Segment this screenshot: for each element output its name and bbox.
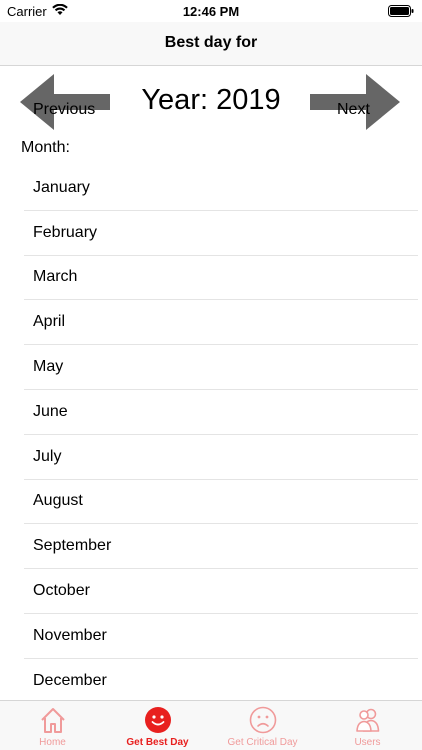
month-item-june[interactable]: June: [24, 390, 418, 435]
users-icon: [355, 708, 379, 732]
month-item-november[interactable]: November: [24, 614, 418, 659]
screen: Carrier 12:46 PM Best day for Previous Y…: [0, 0, 422, 750]
tab-get-critical-day-label: Get Critical Day: [227, 737, 298, 748]
month-item-may[interactable]: May: [24, 345, 418, 390]
navigation-bar: Best day for: [0, 22, 422, 66]
battery-icon: [388, 5, 414, 17]
tab-get-critical-day[interactable]: Get Critical Day: [210, 701, 315, 750]
month-item-september[interactable]: September: [24, 524, 418, 570]
tab-home-label: Home: [39, 737, 66, 748]
home-icon: [40, 708, 65, 733]
month-heading: Month:: [21, 139, 70, 156]
next-year-button[interactable]: Next: [310, 74, 400, 130]
month-item-august[interactable]: August: [24, 480, 418, 525]
month-item-january[interactable]: January: [24, 166, 418, 211]
month-item-february[interactable]: February: [24, 211, 418, 256]
month-item-october[interactable]: October: [24, 569, 418, 614]
tab-get-best-day[interactable]: Get Best Day: [105, 701, 210, 750]
month-item-july[interactable]: July: [24, 435, 418, 480]
status-bar: Carrier 12:46 PM: [0, 0, 422, 22]
tab-get-best-day-label: Get Best Day: [126, 737, 189, 748]
next-label: Next: [337, 101, 370, 118]
month-list: January February March April May June Ju…: [24, 166, 418, 704]
tab-home[interactable]: Home: [0, 701, 105, 750]
page-title: Best day for: [164, 34, 258, 51]
month-item-april[interactable]: April: [24, 300, 418, 346]
tab-bar: Home Get Best Day Get Critical Day Users: [0, 700, 422, 750]
month-item-march[interactable]: March: [24, 256, 418, 301]
tab-users[interactable]: Users: [315, 701, 420, 750]
status-time: 12:46 PM: [182, 4, 240, 19]
tab-users-label: Users: [354, 737, 381, 748]
smile-icon: [144, 707, 171, 733]
frown-icon: [249, 706, 276, 734]
month-item-december[interactable]: December: [24, 659, 418, 704]
year-selector: Previous Year: 2019 Next: [0, 66, 422, 138]
